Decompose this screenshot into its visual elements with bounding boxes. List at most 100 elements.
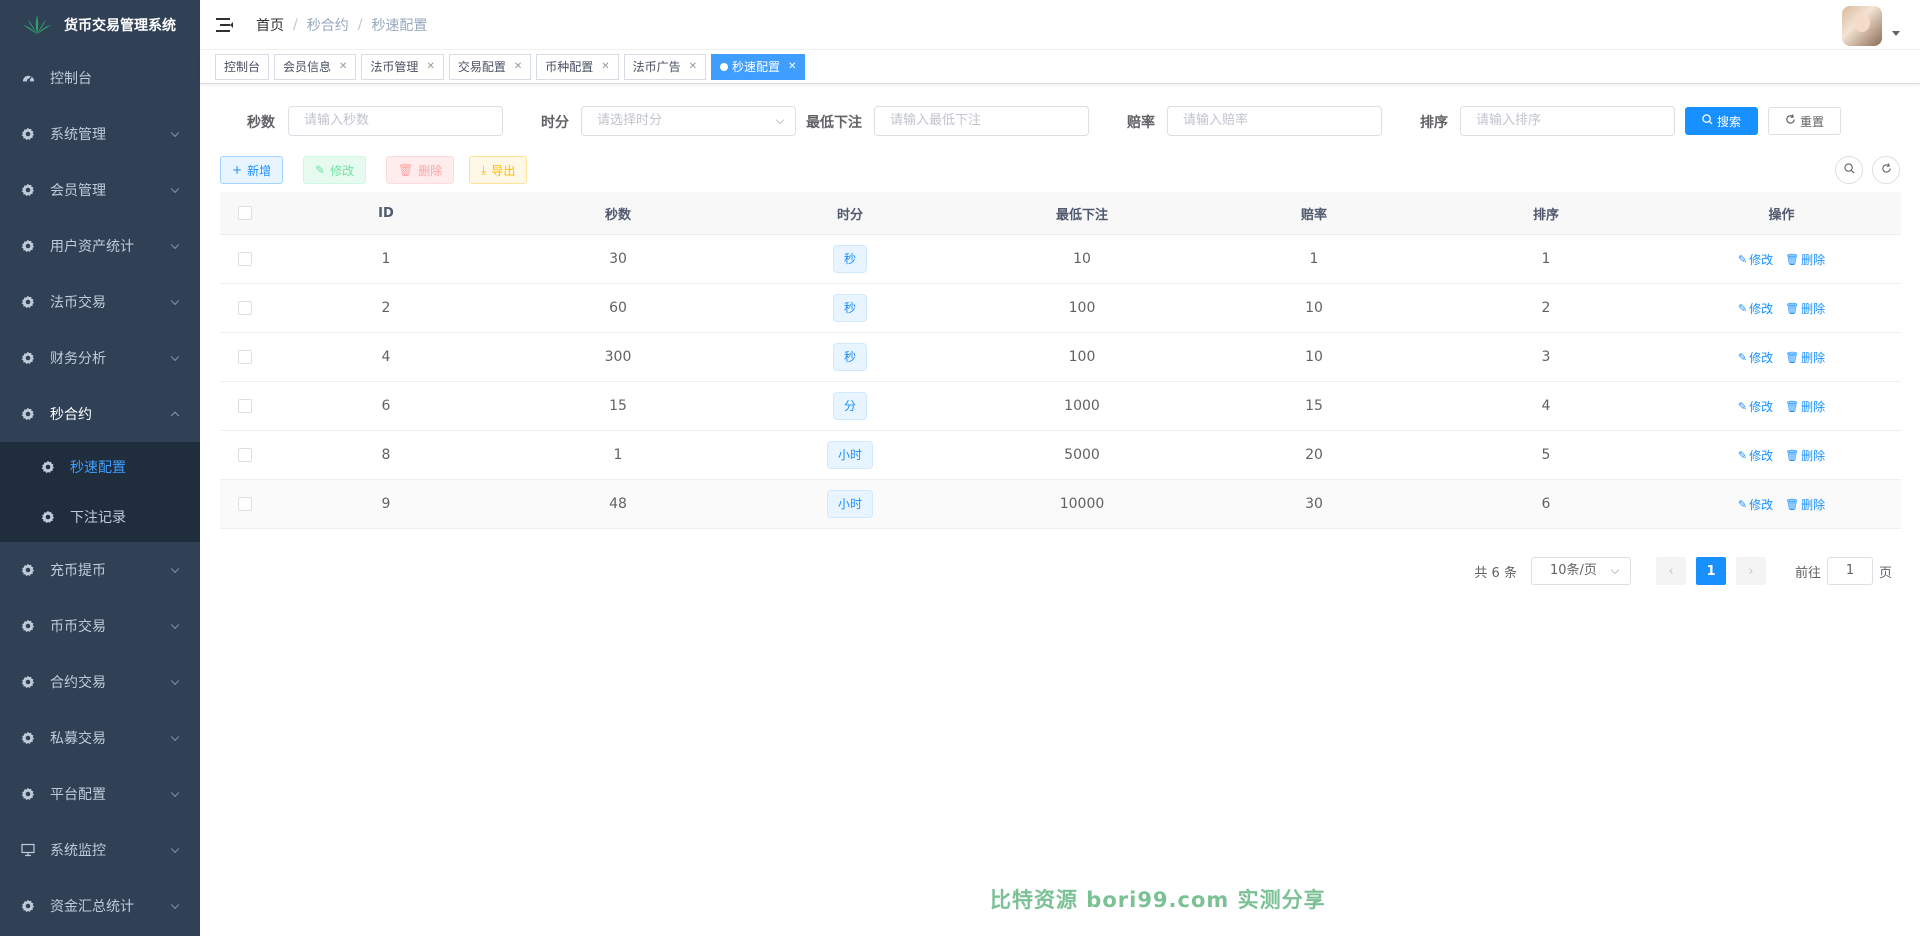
cell-actions: ✎ 修改 🗑 删除 xyxy=(1662,284,1901,332)
sidebar-item[interactable]: 币币交易 xyxy=(0,598,200,654)
row-checkbox[interactable] xyxy=(238,448,252,462)
sidebar-item[interactable]: 充币提币 xyxy=(0,542,200,598)
avatar[interactable] xyxy=(1842,6,1882,46)
row-edit-link[interactable]: ✎ 修改 xyxy=(1738,398,1773,415)
page-number-current[interactable]: 1 xyxy=(1695,557,1726,585)
tag-item[interactable]: 控制台 xyxy=(215,53,270,80)
search-button[interactable]: 搜索 xyxy=(1685,107,1758,135)
cell-seconds: 30 xyxy=(609,251,627,267)
tag-label: 法币广告 xyxy=(632,59,681,74)
app-logo[interactable]: 货币交易管理系统 xyxy=(0,0,200,50)
cell-odds: 15 xyxy=(1305,398,1323,414)
user-menu[interactable] xyxy=(1842,6,1900,46)
sidebar-item[interactable]: 用户资产统计 xyxy=(0,218,200,274)
header-actions: 操作 xyxy=(1768,207,1795,223)
page-jumper: 前往 1 页 xyxy=(1795,557,1892,585)
delete-button[interactable]: 🗑 删除 xyxy=(386,156,455,184)
sidebar-item[interactable]: 系统监控 xyxy=(0,822,200,878)
min-bet-input[interactable]: 请输入最低下注 xyxy=(874,106,1089,136)
seconds-input[interactable]: 请输入秒数 xyxy=(288,106,503,136)
tag-item[interactable]: 会员信息 ✕ xyxy=(274,53,357,80)
row-edit-link[interactable]: ✎ 修改 xyxy=(1738,251,1773,268)
seconds-label: 秒数 xyxy=(247,115,275,131)
sidebar-item[interactable]: 财务分析 xyxy=(0,330,200,386)
row-delete-link[interactable]: 🗑 删除 xyxy=(1785,349,1825,366)
sidebar-item[interactable]: 系统管理 xyxy=(0,106,200,162)
edit-icon: ✎ xyxy=(315,163,326,177)
table-row: 8 1 小时 5000 20 5 ✎ 修改 🗑 删除 xyxy=(220,431,1901,480)
dashboard-icon xyxy=(20,70,36,86)
close-icon[interactable]: ✕ xyxy=(601,55,609,79)
odds-input[interactable]: 请输入赔率 xyxy=(1167,106,1382,136)
row-edit-link[interactable]: ✎ 修改 xyxy=(1738,447,1773,464)
row-delete-label: 删除 xyxy=(1801,399,1826,414)
sidebar-item[interactable]: 私募交易 xyxy=(0,710,200,766)
table-row: 2 60 秒 100 10 2 ✎ 修改 🗑 删除 xyxy=(220,284,1901,333)
refresh-icon xyxy=(1881,163,1892,177)
row-edit-link[interactable]: ✎ 修改 xyxy=(1738,349,1773,366)
select-all-checkbox[interactable] xyxy=(238,206,252,220)
refresh-button[interactable] xyxy=(1872,156,1900,184)
cell-seconds: 15 xyxy=(609,398,627,414)
search-icon xyxy=(1702,114,1713,128)
close-icon[interactable]: ✕ xyxy=(339,55,347,79)
sidebar-item[interactable]: 平台配置 xyxy=(0,766,200,822)
row-delete-link[interactable]: 🗑 删除 xyxy=(1785,251,1825,268)
close-icon[interactable]: ✕ xyxy=(426,55,434,79)
cell-sort: 2 xyxy=(1541,300,1551,316)
chevron-down-icon xyxy=(170,352,180,362)
sidebar-item[interactable]: 资金汇总统计 xyxy=(0,878,200,934)
trash-icon: 🗑 xyxy=(1785,252,1800,266)
row-delete-link[interactable]: 🗑 删除 xyxy=(1785,300,1825,317)
goto-page-input[interactable]: 1 xyxy=(1826,557,1873,585)
edit-button[interactable]: ✎ 修改 xyxy=(303,156,367,184)
close-icon[interactable]: ✕ xyxy=(788,55,796,79)
row-edit-link[interactable]: ✎ 修改 xyxy=(1738,496,1773,513)
row-checkbox[interactable] xyxy=(238,350,252,364)
cell-seconds: 60 xyxy=(609,300,627,316)
row-checkbox[interactable] xyxy=(238,301,252,315)
row-checkbox[interactable] xyxy=(238,252,252,266)
table-row: 4 300 秒 100 10 3 ✎ 修改 🗑 删除 xyxy=(220,333,1901,382)
row-edit-link[interactable]: ✎ 修改 xyxy=(1738,300,1773,317)
chevron-down-icon xyxy=(170,788,180,798)
sidebar-item[interactable]: 会员管理 xyxy=(0,162,200,218)
sidebar-item-label: 控制台 xyxy=(50,71,92,87)
cell-unit: 分 xyxy=(734,382,966,430)
tag-item[interactable]: 秒速配置 ✕ xyxy=(711,53,806,80)
row-delete-link[interactable]: 🗑 删除 xyxy=(1785,447,1825,464)
export-button[interactable]: ⤓ 导出 xyxy=(469,156,528,184)
row-checkbox[interactable] xyxy=(238,497,252,511)
sidebar-item[interactable]: 法币交易 xyxy=(0,274,200,330)
sidebar-item[interactable]: 秒合约 xyxy=(0,386,200,442)
close-icon[interactable]: ✕ xyxy=(514,55,522,79)
sidebar-item[interactable]: 合约交易 xyxy=(0,654,200,710)
chevron-down-icon xyxy=(170,564,180,574)
next-page-button[interactable]: › xyxy=(1735,557,1766,585)
row-delete-link[interactable]: 🗑 删除 xyxy=(1785,496,1825,513)
cell-min-bet: 100 xyxy=(1068,300,1096,316)
row-delete-link[interactable]: 🗑 删除 xyxy=(1785,398,1825,415)
odds-label: 赔率 xyxy=(1127,115,1155,131)
prev-page-button[interactable]: ‹ xyxy=(1655,557,1686,585)
chevron-down-icon xyxy=(170,128,180,138)
sidebar-item[interactable]: 控制台 xyxy=(0,50,200,106)
download-icon: ⤓ xyxy=(481,162,487,177)
row-checkbox[interactable] xyxy=(238,399,252,413)
tag-item[interactable]: 法币广告 ✕ xyxy=(623,53,707,80)
add-button[interactable]: + 新增 xyxy=(220,156,284,184)
close-icon[interactable]: ✕ xyxy=(689,55,697,79)
sidebar-subitem[interactable]: 下注记录 xyxy=(0,492,200,542)
sidebar-subitem[interactable]: 秒速配置 xyxy=(0,442,200,492)
caret-down-icon[interactable] xyxy=(1892,30,1900,36)
toggle-search-button[interactable] xyxy=(1835,156,1863,184)
sort-input[interactable]: 请输入排序 xyxy=(1460,106,1675,136)
tag-item[interactable]: 法币管理 ✕ xyxy=(361,53,444,80)
hamburger-icon[interactable] xyxy=(216,15,236,35)
tag-item[interactable]: 币种配置 ✕ xyxy=(536,53,619,80)
reset-button[interactable]: 重置 xyxy=(1768,107,1841,135)
page-size-select[interactable]: 10条/页 xyxy=(1530,557,1631,585)
unit-select[interactable]: 请选择时分 xyxy=(581,106,796,136)
breadcrumb-home[interactable]: 首页 xyxy=(256,15,284,35)
tag-item[interactable]: 交易配置 ✕ xyxy=(448,53,532,80)
